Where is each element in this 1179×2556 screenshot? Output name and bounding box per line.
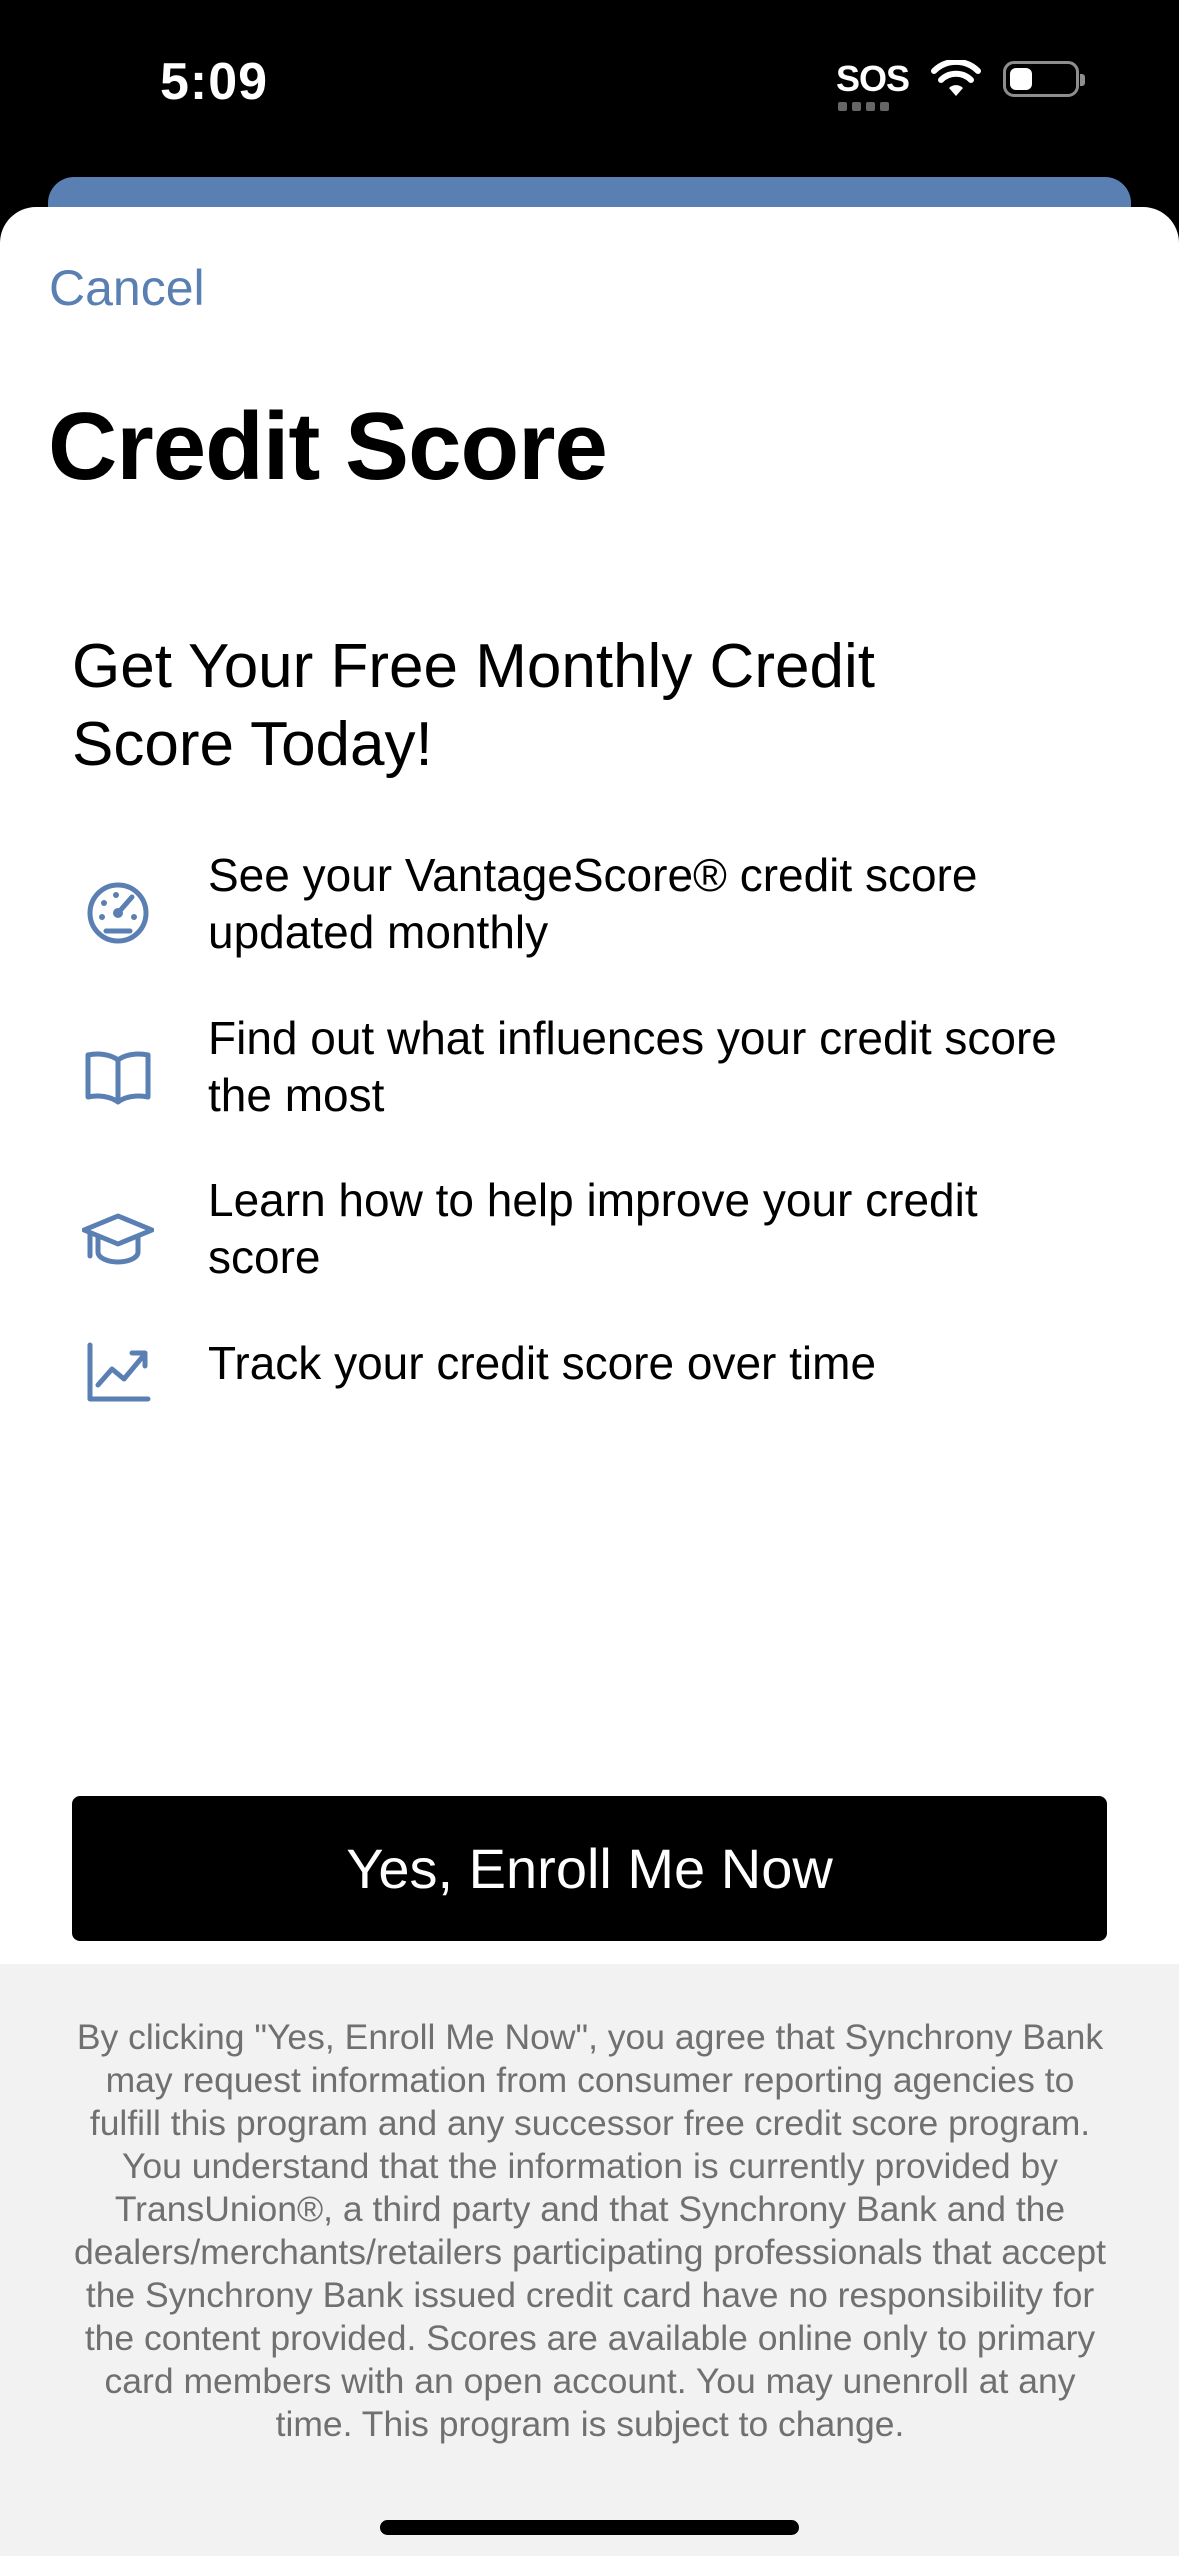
headline: Get Your Free Monthly Credit Score Today… xyxy=(72,632,875,779)
battery-icon xyxy=(1003,61,1085,97)
sos-indicator: SOS xyxy=(835,58,910,111)
enroll-button[interactable]: Yes, Enroll Me Now xyxy=(72,1796,1107,1941)
home-indicator[interactable] xyxy=(380,2520,799,2535)
sos-label: SOS xyxy=(835,58,910,99)
feature-text: See your VantageScore® credit score upda… xyxy=(208,849,978,958)
chart-line-icon xyxy=(87,1342,151,1402)
disclaimer-text: By clicking "Yes, Enroll Me Now", you ag… xyxy=(74,2017,1106,2444)
status-bar: 5:09 SOS xyxy=(0,0,1179,175)
graduation-cap-icon xyxy=(82,1213,154,1265)
feature-text: Find out what influences your credit sco… xyxy=(208,1012,1057,1121)
status-time: 5:09 xyxy=(160,53,269,111)
gauge-icon xyxy=(87,882,149,944)
disclaimer-section: By clicking "Yes, Enroll Me Now", you ag… xyxy=(0,1964,1179,2556)
signal-dots-icon xyxy=(837,102,889,111)
feature-text: Track your credit score over time xyxy=(208,1337,877,1389)
feature-text: Learn how to help improve your credit sc… xyxy=(208,1174,978,1283)
book-icon xyxy=(85,1051,151,1105)
wifi-icon xyxy=(931,60,981,96)
page-title: Credit Score xyxy=(48,393,608,500)
battery-level xyxy=(1010,68,1032,90)
cancel-button[interactable]: Cancel xyxy=(49,259,205,317)
status-icons: SOS xyxy=(835,58,1085,111)
credit-score-sheet: Cancel Credit Score Get Your Free Monthl… xyxy=(0,207,1179,2556)
